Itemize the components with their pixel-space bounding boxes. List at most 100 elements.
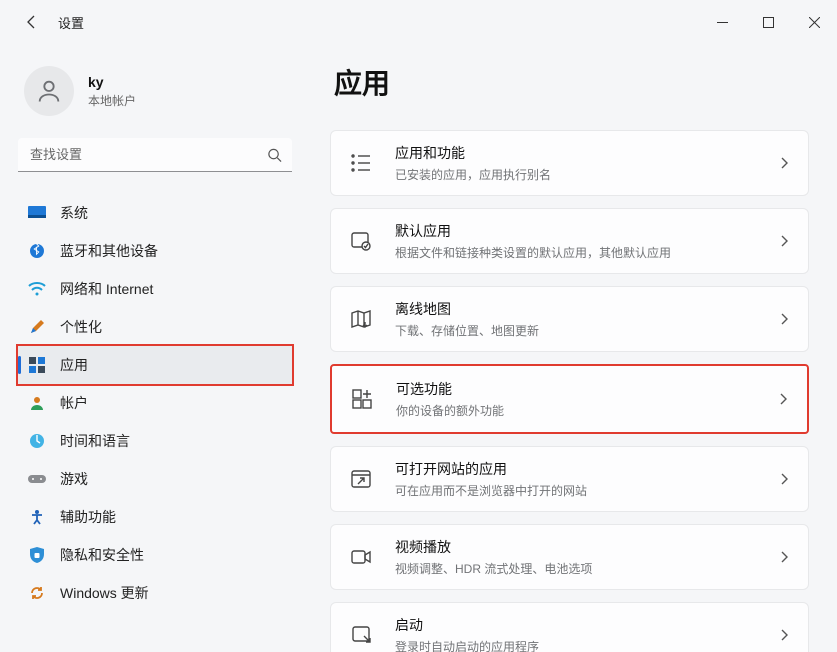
avatar bbox=[24, 66, 74, 116]
nav-list: 系统 蓝牙和其他设备 网络和 Internet 个性化 应用 bbox=[18, 194, 292, 612]
chevron-right-icon bbox=[778, 313, 790, 325]
card-text: 离线地图 下载、存储位置、地图更新 bbox=[395, 299, 778, 339]
card-startup[interactable]: 启动 登录时自动启动的应用程序 bbox=[330, 602, 809, 652]
sidebar-item-bluetooth[interactable]: 蓝牙和其他设备 bbox=[18, 232, 292, 270]
card-text: 可打开网站的应用 可在应用而不是浏览器中打开的网站 bbox=[395, 459, 778, 499]
card-subtitle: 已安装的应用，应用执行别名 bbox=[395, 166, 778, 183]
sidebar: ky 本地帐户 系统 蓝牙和其他设备 bbox=[0, 44, 300, 652]
accessibility-icon bbox=[28, 508, 46, 526]
page-title: 应用 bbox=[334, 62, 809, 102]
bluetooth-icon bbox=[28, 242, 46, 260]
card-optional-features[interactable]: 可选功能 你的设备的额外功能 bbox=[330, 364, 809, 434]
sidebar-item-network[interactable]: 网络和 Internet bbox=[18, 270, 292, 308]
arrow-left-icon bbox=[24, 14, 40, 30]
accounts-icon bbox=[28, 394, 46, 412]
card-offline-maps[interactable]: 离线地图 下载、存储位置、地图更新 bbox=[330, 286, 809, 352]
card-text: 可选功能 你的设备的额外功能 bbox=[396, 379, 777, 419]
card-video[interactable]: 视频播放 视频调整、HDR 流式处理、电池选项 bbox=[330, 524, 809, 590]
card-subtitle: 根据文件和链接种类设置的默认应用，其他默认应用 bbox=[395, 244, 778, 261]
person-icon bbox=[35, 77, 63, 105]
profile-name: ky bbox=[88, 74, 136, 90]
startup-icon bbox=[349, 623, 373, 647]
sidebar-item-label: 时间和语言 bbox=[60, 431, 130, 451]
profile-text: ky 本地帐户 bbox=[88, 74, 136, 109]
card-text: 应用和功能 已安装的应用，应用执行别名 bbox=[395, 143, 778, 183]
close-button[interactable] bbox=[791, 6, 837, 38]
sidebar-item-label: 个性化 bbox=[60, 317, 102, 337]
shield-icon bbox=[28, 546, 46, 564]
chevron-right-icon bbox=[778, 629, 790, 641]
card-title: 离线地图 bbox=[395, 299, 778, 319]
maximize-icon bbox=[763, 17, 774, 28]
card-subtitle: 视频调整、HDR 流式处理、电池选项 bbox=[395, 560, 778, 577]
card-web-apps[interactable]: 可打开网站的应用 可在应用而不是浏览器中打开的网站 bbox=[330, 446, 809, 512]
sidebar-item-label: Windows 更新 bbox=[60, 583, 149, 603]
card-text: 视频播放 视频调整、HDR 流式处理、电池选项 bbox=[395, 537, 778, 577]
search-input[interactable] bbox=[18, 138, 292, 172]
sidebar-item-label: 辅助功能 bbox=[60, 507, 116, 527]
body: ky 本地帐户 系统 蓝牙和其他设备 bbox=[0, 44, 837, 652]
card-title: 应用和功能 bbox=[395, 143, 778, 163]
sidebar-item-label: 帐户 bbox=[60, 393, 88, 413]
sidebar-item-label: 蓝牙和其他设备 bbox=[60, 241, 158, 261]
card-title: 启动 bbox=[395, 615, 778, 635]
minimize-icon bbox=[717, 17, 728, 28]
sidebar-item-accounts[interactable]: 帐户 bbox=[18, 384, 292, 422]
chevron-right-icon bbox=[778, 551, 790, 563]
brush-icon bbox=[28, 318, 46, 336]
sidebar-item-accessibility[interactable]: 辅助功能 bbox=[18, 498, 292, 536]
card-subtitle: 你的设备的额外功能 bbox=[396, 402, 777, 419]
sidebar-item-label: 系统 bbox=[60, 203, 88, 223]
sidebar-item-system[interactable]: 系统 bbox=[18, 194, 292, 232]
map-icon bbox=[349, 307, 373, 331]
maximize-button[interactable] bbox=[745, 6, 791, 38]
chevron-right-icon bbox=[778, 157, 790, 169]
window-controls bbox=[699, 6, 837, 38]
chevron-right-icon bbox=[778, 473, 790, 485]
sidebar-item-label: 网络和 Internet bbox=[60, 279, 153, 299]
minimize-button[interactable] bbox=[699, 6, 745, 38]
sidebar-item-personalize[interactable]: 个性化 bbox=[18, 308, 292, 346]
sidebar-item-privacy[interactable]: 隐私和安全性 bbox=[18, 536, 292, 574]
card-text: 默认应用 根据文件和链接种类设置的默认应用，其他默认应用 bbox=[395, 221, 778, 261]
card-subtitle: 登录时自动启动的应用程序 bbox=[395, 638, 778, 652]
sidebar-item-apps[interactable]: 应用 bbox=[18, 346, 292, 384]
list-icon bbox=[349, 151, 373, 175]
search-wrap bbox=[18, 138, 292, 172]
search-icon bbox=[267, 148, 282, 163]
card-title: 视频播放 bbox=[395, 537, 778, 557]
sidebar-item-label: 游戏 bbox=[60, 469, 88, 489]
card-subtitle: 下载、存储位置、地图更新 bbox=[395, 322, 778, 339]
default-app-icon bbox=[349, 229, 373, 253]
wifi-icon bbox=[28, 280, 46, 298]
video-icon bbox=[349, 545, 373, 569]
chevron-right-icon bbox=[777, 393, 789, 405]
profile-account-type: 本地帐户 bbox=[88, 92, 136, 109]
back-button[interactable] bbox=[14, 4, 50, 40]
optional-features-icon bbox=[350, 387, 374, 411]
settings-window: 设置 ky 本地帐户 bbox=[0, 0, 837, 652]
card-list: 应用和功能 已安装的应用，应用执行别名 默认应用 根据文件和链接种类设置的默认应… bbox=[330, 130, 809, 652]
profile-block[interactable]: ky 本地帐户 bbox=[18, 56, 292, 138]
sidebar-item-time[interactable]: 时间和语言 bbox=[18, 422, 292, 460]
sidebar-item-update[interactable]: Windows 更新 bbox=[18, 574, 292, 612]
sidebar-item-label: 应用 bbox=[60, 355, 88, 375]
chevron-right-icon bbox=[778, 235, 790, 247]
window-link-icon bbox=[349, 467, 373, 491]
card-text: 启动 登录时自动启动的应用程序 bbox=[395, 615, 778, 652]
titlebar: 设置 bbox=[0, 0, 837, 44]
main-content: 应用 应用和功能 已安装的应用，应用执行别名 默认应用 根据文件和链接种类设置的… bbox=[300, 44, 837, 652]
update-icon bbox=[28, 584, 46, 602]
clock-globe-icon bbox=[28, 432, 46, 450]
gamepad-icon bbox=[28, 470, 46, 488]
apps-icon bbox=[28, 356, 46, 374]
card-title: 可打开网站的应用 bbox=[395, 459, 778, 479]
card-title: 默认应用 bbox=[395, 221, 778, 241]
app-title: 设置 bbox=[58, 13, 84, 32]
card-title: 可选功能 bbox=[396, 379, 777, 399]
sidebar-item-gaming[interactable]: 游戏 bbox=[18, 460, 292, 498]
card-apps-features[interactable]: 应用和功能 已安装的应用，应用执行别名 bbox=[330, 130, 809, 196]
sidebar-item-label: 隐私和安全性 bbox=[60, 545, 144, 565]
card-default-apps[interactable]: 默认应用 根据文件和链接种类设置的默认应用，其他默认应用 bbox=[330, 208, 809, 274]
system-icon bbox=[28, 204, 46, 222]
